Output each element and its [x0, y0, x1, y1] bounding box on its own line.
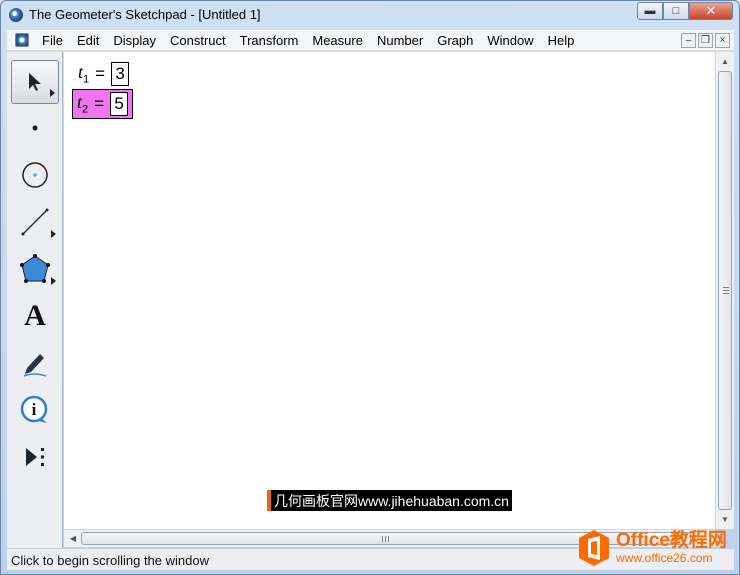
parameter-t1[interactable]: t1 = 3 [74, 60, 133, 88]
compass-circle-icon [22, 162, 48, 188]
app-window: The Geometer's Sketchpad - [Untitled 1] … [0, 0, 740, 575]
doc-close-button[interactable]: × [715, 33, 730, 48]
pentagon-icon [20, 254, 50, 283]
information-tool[interactable]: i [11, 388, 59, 432]
marker-pen-icon [23, 354, 47, 377]
sketch-canvas[interactable]: t1 = 3 t2 = 5 几何画板官网www.jihehuaban.com.c… [64, 52, 715, 529]
marker-tool[interactable] [11, 341, 59, 385]
custom-tool[interactable] [11, 435, 59, 479]
segment-icon [21, 208, 49, 236]
polygon-tool[interactable] [11, 247, 59, 291]
vertical-scroll-thumb[interactable] [718, 71, 732, 510]
menu-file[interactable]: File [35, 33, 70, 48]
tool-menu-arrow-icon [51, 230, 56, 238]
tool-menu-arrow-icon [50, 89, 55, 97]
office26-logo: Office教程网 www.office26.com [576, 524, 736, 572]
close-button[interactable]: ✕ [689, 2, 733, 20]
compass-tool[interactable] [11, 153, 59, 197]
menu-edit[interactable]: Edit [70, 33, 106, 48]
point-tool[interactable] [11, 106, 59, 150]
minimize-button[interactable]: ▬ [637, 2, 663, 20]
custom-tools-icon [26, 448, 44, 466]
straightedge-tool[interactable] [11, 200, 59, 244]
menu-number[interactable]: Number [370, 33, 430, 48]
menu-transform[interactable]: Transform [233, 33, 306, 48]
status-text: Click to begin scrolling the window [11, 553, 209, 568]
text-tool[interactable]: A [11, 294, 59, 338]
toolbox: A i [7, 52, 63, 548]
selection-arrow-tool[interactable] [11, 60, 59, 104]
parameter-label: t1 [78, 62, 90, 86]
office-logo-icon [579, 530, 609, 566]
document-icon[interactable] [15, 33, 29, 47]
tool-menu-arrow-icon [51, 277, 56, 285]
equals-sign: = [94, 94, 105, 113]
info-icon: i [20, 395, 48, 423]
logo-main-text: Office教程网 [616, 530, 727, 551]
document-caption-buttons: – ❐ × [681, 33, 730, 48]
doc-restore-button[interactable]: ❐ [698, 33, 713, 48]
menu-help[interactable]: Help [541, 33, 582, 48]
parameter-t2[interactable]: t2 = 5 [72, 89, 134, 119]
svg-text:i: i [32, 400, 37, 419]
parameter-value[interactable]: 3 [111, 62, 130, 86]
vertical-scrollbar[interactable]: ▲ ▼ [715, 52, 734, 529]
window-caption-buttons: ▬ □ ✕ [637, 2, 733, 20]
maximize-button[interactable]: □ [663, 2, 689, 20]
scroll-up-arrow[interactable]: ▲ [716, 53, 734, 70]
watermark-caption: 几何画板官网www.jihehuaban.com.cn [267, 490, 512, 511]
menu-construct[interactable]: Construct [163, 33, 233, 48]
window-title: The Geometer's Sketchpad - [Untitled 1] [29, 7, 261, 22]
scroll-left-arrow[interactable]: ◀ [64, 530, 82, 547]
parameter-value[interactable]: 5 [110, 92, 129, 116]
menu-measure[interactable]: Measure [305, 33, 370, 48]
menu-graph[interactable]: Graph [430, 33, 480, 48]
point-icon [32, 125, 38, 131]
logo-url-text: www.office26.com [616, 551, 713, 565]
equals-sign: = [95, 64, 106, 83]
text-A-icon: A [24, 299, 46, 332]
arrow-cursor-icon [29, 73, 41, 91]
menu-bar: File Edit Display Construct Transform Me… [7, 30, 734, 51]
menu-display[interactable]: Display [106, 33, 163, 48]
menu-window[interactable]: Window [480, 33, 540, 48]
parameter-label: t2 [77, 92, 89, 116]
sketchpad-app-icon[interactable] [9, 8, 23, 22]
doc-minimize-button[interactable]: – [681, 33, 696, 48]
title-bar[interactable]: The Geometer's Sketchpad - [Untitled 1] … [1, 1, 739, 29]
